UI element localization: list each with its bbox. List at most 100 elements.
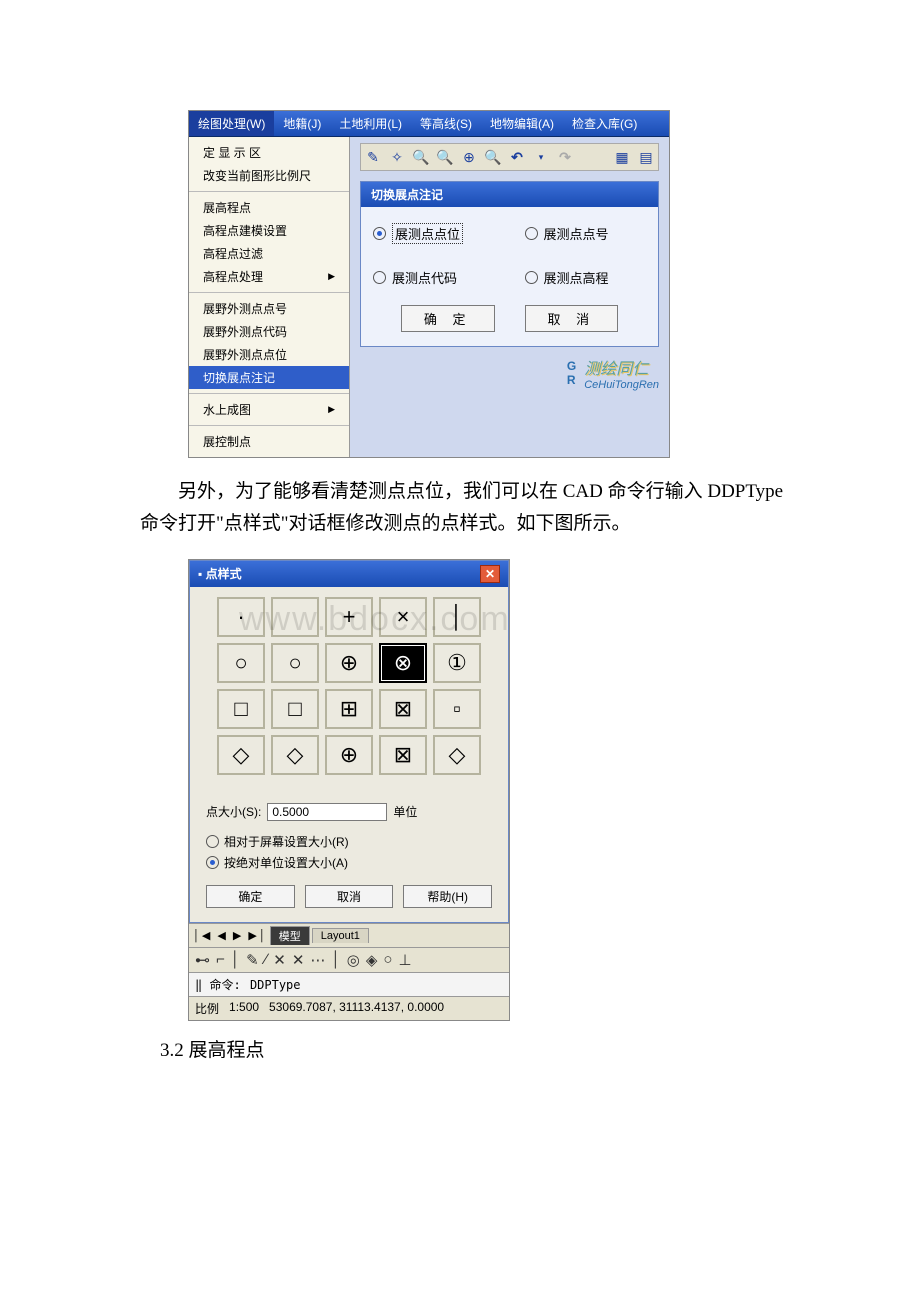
- paragraph-1: 另外，为了能够看清楚测点点位，我们可以在 CAD 命令行输入 DDPType 命…: [140, 476, 800, 541]
- cancel-button[interactable]: 取消: [305, 885, 394, 908]
- menu-item-show-point-no[interactable]: 展野外测点点号: [189, 297, 349, 320]
- tool-icon[interactable]: ◎: [347, 951, 360, 969]
- style-cell[interactable]: │: [433, 597, 481, 637]
- style-cell[interactable]: [271, 597, 319, 637]
- tab-nav-icons[interactable]: │◀ ◀ ▶ ▶│: [193, 929, 268, 942]
- style-cell[interactable]: ▫: [433, 689, 481, 729]
- palette-icon[interactable]: ▦: [612, 147, 632, 167]
- tool-icon[interactable]: │: [331, 951, 340, 968]
- grid-icon[interactable]: ▤: [636, 147, 656, 167]
- tool-icon[interactable]: ✕: [292, 951, 305, 969]
- toolbar: ✎ ✧ 🔍 🔍 ⊕ 🔍 ↶ ▾ ↷ ▦ ▤: [360, 143, 659, 171]
- tool-icon[interactable]: ⊥: [398, 951, 411, 969]
- cancel-button[interactable]: 取 消: [525, 305, 619, 332]
- tool-icon[interactable]: ∕: [265, 951, 268, 968]
- style-cell[interactable]: ⊠: [379, 689, 427, 729]
- undo-icon[interactable]: ↶: [507, 147, 527, 167]
- brand-subtext: CeHuiTongRen: [584, 379, 659, 391]
- menu-edit-feature[interactable]: 地物编辑(A): [481, 111, 563, 136]
- style-cell[interactable]: ○: [217, 643, 265, 683]
- tool-icon[interactable]: ◈: [366, 951, 378, 969]
- menu-item-show-point-pos[interactable]: 展野外测点点位: [189, 343, 349, 366]
- brand-logo-icon: GR: [567, 359, 576, 387]
- radio-point-elevation[interactable]: 展测点高程: [525, 268, 647, 287]
- menu-item-water-map[interactable]: 水上成图▶: [189, 398, 349, 421]
- menu-item-elev-filter[interactable]: 高程点过滤: [189, 242, 349, 265]
- bottom-toolbar: ⊷ ⌐ │ ✎ ∕ ✕ ✕ ⋯ │ ◎ ◈ ○ ⊥: [189, 947, 509, 972]
- style-cell[interactable]: ·: [217, 597, 265, 637]
- radio-point-code[interactable]: 展测点代码: [373, 268, 495, 287]
- menu-cadastre[interactable]: 地籍(J): [274, 111, 330, 136]
- wand-icon[interactable]: ✧: [387, 147, 407, 167]
- style-cell[interactable]: +: [325, 597, 373, 637]
- menu-item-change-scale[interactable]: 改变当前图形比例尺: [189, 164, 349, 187]
- menu-drawing[interactable]: 绘图处理(W): [189, 111, 274, 136]
- status-bar: 比例 1:500 53069.7087, 31113.4137, 0.0000: [189, 996, 509, 1020]
- tab-layout1[interactable]: Layout1: [312, 928, 369, 943]
- command-line: ‖ 命令:: [189, 972, 509, 996]
- tool-icon[interactable]: ⊷: [195, 951, 210, 969]
- submenu-arrow-icon: ▶: [328, 271, 335, 282]
- tool-icon[interactable]: ✎: [246, 951, 259, 969]
- close-icon[interactable]: ✕: [480, 565, 500, 583]
- style-cell[interactable]: ⊕: [325, 735, 373, 775]
- style-cell[interactable]: ⊞: [325, 689, 373, 729]
- menu-item-switch-anno[interactable]: 切换展点注记: [189, 366, 349, 389]
- style-cell[interactable]: ①: [433, 643, 481, 683]
- menu-item-elev-process[interactable]: 高程点处理▶: [189, 265, 349, 288]
- radio-icon: [525, 271, 538, 284]
- dropdown-menu: 定 显 示 区 改变当前图形比例尺 展高程点 高程点建模设置 高程点过滤 高程点…: [189, 137, 350, 457]
- status-scale: 1:500: [229, 1000, 259, 1017]
- radio-icon: [206, 835, 219, 848]
- radio-absolute-unit[interactable]: 按绝对单位设置大小(A): [206, 852, 492, 873]
- tool-icon[interactable]: ⋯: [310, 951, 325, 969]
- zoom-icon[interactable]: 🔍: [435, 147, 455, 167]
- menu-contour[interactable]: 等高线(S): [411, 111, 481, 136]
- radio-icon: [373, 271, 386, 284]
- tool-icon[interactable]: ⌐: [216, 951, 225, 968]
- style-cell[interactable]: □: [217, 689, 265, 729]
- zoom-plus-icon[interactable]: 🔍: [411, 147, 431, 167]
- redo-icon[interactable]: ↷: [555, 147, 575, 167]
- size-input[interactable]: [267, 803, 387, 821]
- dropdown-icon[interactable]: ▾: [531, 147, 551, 167]
- style-cell[interactable]: ◇: [217, 735, 265, 775]
- model-tabbar: │◀ ◀ ▶ ▶│ 模型 Layout1: [189, 923, 509, 947]
- menu-item-display-elev[interactable]: 展高程点: [189, 196, 349, 219]
- point-style-grid: · + × │ ○ ○ ⊕ ⊗ ① □ □ ⊞ ⊠ ▫ ◇ ◇ ⊕ ⊠ ◇: [190, 587, 508, 785]
- menu-item-control-point[interactable]: 展控制点: [189, 430, 349, 453]
- section-title: 3.2 展高程点: [160, 1035, 800, 1062]
- cmd-input[interactable]: [248, 977, 452, 993]
- menu-item-define-display[interactable]: 定 显 示 区: [189, 141, 349, 164]
- style-cell-selected[interactable]: ⊗: [379, 643, 427, 683]
- style-cell[interactable]: ×: [379, 597, 427, 637]
- help-button[interactable]: 帮助(H): [403, 885, 492, 908]
- zoom-box-icon[interactable]: ⊕: [459, 147, 479, 167]
- menu-landuse[interactable]: 土地利用(L): [330, 111, 411, 136]
- dialog-title: 切换展点注记: [361, 182, 658, 207]
- style-cell[interactable]: ⊠: [379, 735, 427, 775]
- style-cell[interactable]: ◇: [271, 735, 319, 775]
- tool-icon[interactable]: ○: [383, 951, 392, 968]
- tab-model[interactable]: 模型: [270, 926, 310, 945]
- radio-point-position[interactable]: 展测点点位: [373, 223, 495, 244]
- ok-button[interactable]: 确 定: [401, 305, 495, 332]
- cmd-label: 命令:: [209, 978, 240, 992]
- style-cell[interactable]: □: [271, 689, 319, 729]
- menu-check-store[interactable]: 检查入库(G): [563, 111, 646, 136]
- size-unit: 单位: [393, 803, 417, 820]
- ok-button[interactable]: 确定: [206, 885, 295, 908]
- radio-point-number[interactable]: 展测点点号: [525, 223, 647, 244]
- tool-icon[interactable]: ✕: [273, 951, 286, 969]
- menubar: 绘图处理(W) 地籍(J) 土地利用(L) 等高线(S) 地物编辑(A) 检查入…: [189, 111, 669, 137]
- menu-item-elev-model[interactable]: 高程点建模设置: [189, 219, 349, 242]
- style-cell[interactable]: ◇: [433, 735, 481, 775]
- tool-icon[interactable]: │: [231, 951, 240, 968]
- pencil-icon[interactable]: ✎: [363, 147, 383, 167]
- style-cell[interactable]: ⊕: [325, 643, 373, 683]
- style-cell[interactable]: ○: [271, 643, 319, 683]
- radio-relative-screen[interactable]: 相对于屏幕设置大小(R): [206, 831, 492, 852]
- app-icon: ▪: [198, 567, 206, 581]
- menu-item-show-point-code[interactable]: 展野外测点代码: [189, 320, 349, 343]
- zoom-minus-icon[interactable]: 🔍: [483, 147, 503, 167]
